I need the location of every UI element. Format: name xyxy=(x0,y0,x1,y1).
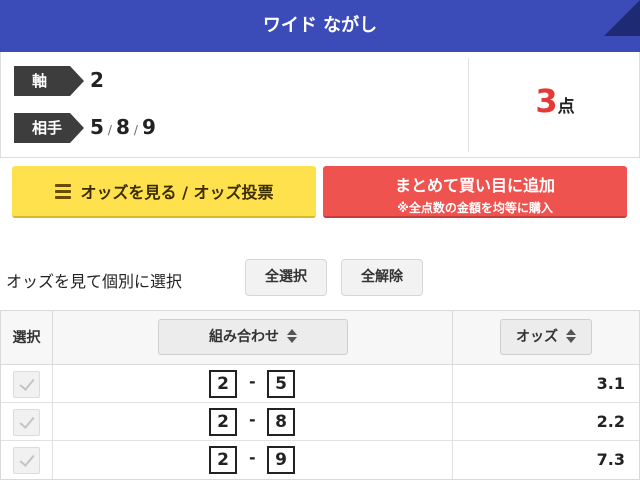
odds-value: 2.2 xyxy=(596,412,625,431)
column-header-odds-cell: オッズ xyxy=(453,311,639,365)
select-all-button[interactable]: 全選択 xyxy=(245,259,327,296)
sort-by-combination-button[interactable]: 組み合わせ xyxy=(158,319,348,355)
partner-number: 9 xyxy=(141,115,156,139)
horse-number-box: 2 xyxy=(209,408,237,436)
horse-number-box: 8 xyxy=(267,408,295,436)
horse-number-box: 2 xyxy=(209,370,237,398)
add-to-cart-button[interactable]: まとめて買い目に追加 ※全点数の金額を均等に購入 xyxy=(323,166,627,218)
view-odds-button[interactable]: オッズを見る / オッズ投票 xyxy=(12,166,316,218)
select-cell xyxy=(1,403,53,441)
row-checkbox[interactable] xyxy=(13,447,40,474)
points-number: 3 xyxy=(535,82,558,120)
combo-separator: - xyxy=(249,448,256,467)
row-checkbox[interactable] xyxy=(13,371,40,398)
table-header: 選択 組み合わせ オッズ xyxy=(1,311,639,365)
sort-icon xyxy=(287,328,297,343)
horse-number-box: 5 xyxy=(267,370,295,398)
table-row: 2 - 5 3.1 xyxy=(1,365,639,403)
horse-number-box: 9 xyxy=(267,446,295,474)
summary-divider xyxy=(468,58,469,152)
odds-value: 7.3 xyxy=(596,450,625,469)
view-odds-button-label: オッズを見る / オッズ投票 xyxy=(80,183,274,202)
table-row: 2 - 9 7.3 xyxy=(1,441,639,479)
axis-value: 2 xyxy=(90,68,104,92)
column-header-select: 選択 xyxy=(1,311,53,365)
partner-number: 5 xyxy=(90,115,104,139)
axis-tag: 軸 xyxy=(14,66,84,96)
combination-cell: 2 - 5 xyxy=(53,365,453,403)
bet-type-title: ワイド ながし xyxy=(262,15,378,36)
combination-cell: 2 - 9 xyxy=(53,441,453,479)
select-cell xyxy=(1,365,53,403)
add-to-cart-label: まとめて買い目に追加 xyxy=(394,176,555,195)
individual-select-heading: オッズを見て個別に選択 xyxy=(6,272,183,291)
partner-values: 5/8/9 xyxy=(90,115,156,139)
sort-by-combination-label: 組み合わせ xyxy=(209,329,279,345)
sort-by-odds-button[interactable]: オッズ xyxy=(500,319,592,355)
partner-separator: / xyxy=(133,123,138,137)
select-cell xyxy=(1,441,53,479)
points-unit: 点 xyxy=(557,97,575,117)
points-count: 3点 xyxy=(470,82,640,120)
partner-separator: / xyxy=(107,123,112,137)
clear-all-button[interactable]: 全解除 xyxy=(341,259,423,296)
odds-value: 3.1 xyxy=(596,374,625,393)
combination-cell: 2 - 8 xyxy=(53,403,453,441)
partner-tag: 相手 xyxy=(14,113,84,143)
header-corner-fold xyxy=(604,0,640,36)
combo-separator: - xyxy=(249,410,256,429)
combination-table: 選択 組み合わせ オッズ 2 - 5 3.1 2 - 8 2.2 2 - 9 7… xyxy=(0,310,640,480)
horse-number-box: 2 xyxy=(209,446,237,474)
sort-icon xyxy=(566,328,576,343)
bet-type-header: ワイド ながし xyxy=(0,0,640,52)
combo-separator: - xyxy=(249,372,256,391)
sort-by-odds-label: オッズ xyxy=(516,329,558,345)
row-checkbox[interactable] xyxy=(13,409,40,436)
partner-number: 8 xyxy=(115,115,130,139)
add-to-cart-note: ※全点数の金額を均等に購入 xyxy=(397,201,553,215)
table-row: 2 - 8 2.2 xyxy=(1,403,639,441)
column-header-combo-cell: 組み合わせ xyxy=(53,311,453,365)
coin-stack-icon xyxy=(54,183,71,199)
